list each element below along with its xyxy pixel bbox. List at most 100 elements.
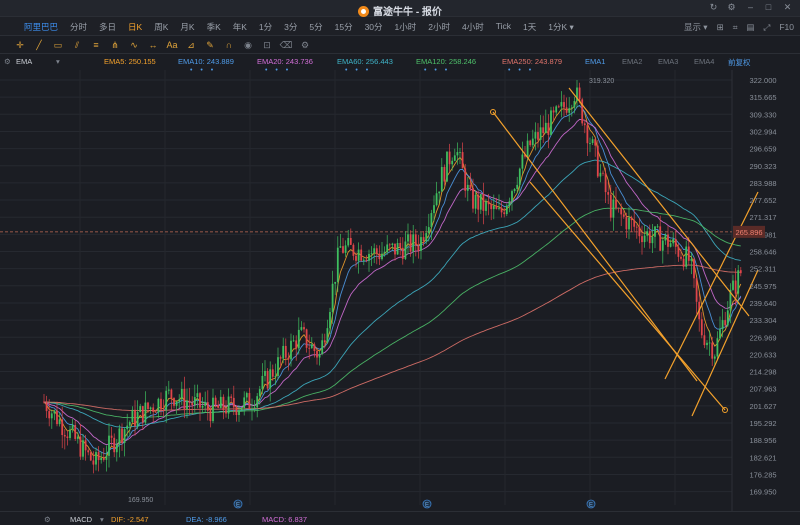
candlestick-chart[interactable]: 319.320 169.950 322.000 315.665 309.330 302.… [0, 70, 800, 511]
candle-body [95, 452, 97, 465]
candle-body [318, 353, 321, 358]
candle-body [251, 408, 253, 410]
period-tab-0[interactable]: 阿里巴巴 [24, 21, 58, 33]
candle-body [511, 191, 513, 202]
text-tool-icon[interactable]: Aa [164, 39, 180, 51]
axis-tick-label: 226.969 [749, 333, 776, 342]
period-tab-7[interactable]: 年K [233, 21, 247, 33]
brush-tool-icon[interactable]: ✎ [202, 39, 218, 51]
measure-tool-icon[interactable]: ⊿ [183, 39, 199, 51]
candle-body [586, 125, 589, 144]
rect-tool-icon[interactable]: ▭ [50, 39, 66, 51]
candle-body [492, 205, 495, 210]
candle-body [253, 407, 256, 409]
delete-icon[interactable]: ⌫ [278, 39, 294, 51]
indicator-name[interactable]: EMA [16, 57, 32, 66]
period-tab-15[interactable]: 4小时 [462, 21, 484, 33]
candle-body [370, 253, 373, 254]
candle-body [537, 132, 539, 140]
period-tab-9[interactable]: 3分 [284, 21, 297, 33]
candle-body [547, 122, 550, 135]
period-tab-16[interactable]: Tick [496, 21, 511, 33]
candle-body [310, 344, 313, 349]
candle-body [646, 231, 649, 236]
candle-body [378, 253, 381, 260]
period-tab-2[interactable]: 多日 [99, 21, 116, 33]
period-tab-4[interactable]: 周K [154, 21, 168, 33]
price-adjust-button[interactable]: 前复权 [728, 57, 751, 68]
fullscreen-icon[interactable]: ⤢ [764, 22, 771, 33]
f10-button[interactable]: F10 [779, 22, 794, 32]
eye-icon[interactable]: ◉ [240, 39, 256, 51]
candle-body [131, 409, 134, 423]
candle-body [498, 207, 500, 209]
arrow-tool-icon[interactable]: ↔ [145, 39, 161, 51]
period-tab-11[interactable]: 15分 [335, 21, 353, 33]
lock-icon[interactable]: ⊡ [259, 39, 275, 51]
period-tab-18[interactable]: 1分K ▾ [548, 21, 574, 33]
period-tab-17[interactable]: 1天 [523, 21, 536, 33]
candle-body [360, 249, 363, 261]
period-tab-10[interactable]: 5分 [309, 21, 322, 33]
macd-name[interactable]: MACD [70, 515, 92, 524]
macd-dropdown-icon[interactable]: ▾ [100, 515, 104, 524]
display-dropdown[interactable]: 显示 ▾ [684, 21, 708, 33]
candle-body [238, 410, 240, 416]
candle-body [654, 226, 656, 237]
line-tool-icon[interactable]: ╱ [31, 39, 47, 51]
layout-icon[interactable]: ▤ [747, 22, 755, 33]
candle-body [700, 319, 703, 336]
candle-body [160, 398, 162, 410]
period-tab-14[interactable]: 2小时 [428, 21, 450, 33]
wave-tool-icon[interactable]: ∿ [126, 39, 142, 51]
period-tab-3[interactable]: 日K [128, 21, 142, 33]
candle-body [173, 398, 175, 406]
minimize-icon[interactable]: – [745, 2, 756, 13]
candle-body [521, 154, 524, 169]
legend-settings-icon[interactable]: ⚙ [4, 57, 11, 66]
candle-body [485, 201, 487, 211]
candle-body [420, 237, 422, 251]
candle-body [557, 106, 560, 108]
candle-body [108, 435, 110, 456]
ema2-value: EMA2 [622, 57, 643, 66]
candle-body [503, 212, 506, 215]
axis-tick-label: 182.621 [749, 453, 776, 462]
candle-body [295, 340, 298, 349]
period-tab-13[interactable]: 1小时 [395, 21, 417, 33]
candle-body [466, 184, 469, 191]
candle-body [287, 357, 290, 360]
candle-body [248, 393, 251, 409]
indicator-dropdown-icon[interactable]: ▾ [56, 57, 60, 66]
maximize-icon[interactable]: □ [763, 2, 774, 13]
candle-body [404, 241, 407, 259]
pitchfork-tool-icon[interactable]: ⋔ [107, 39, 123, 51]
fib-tool-icon[interactable]: ≡ [88, 39, 104, 51]
candle-body [186, 400, 188, 410]
candle-body [695, 278, 698, 302]
period-tab-8[interactable]: 1分 [259, 21, 272, 33]
candle-body [708, 342, 711, 344]
tool-settings-icon[interactable]: ⚙ [297, 39, 313, 51]
refresh-icon[interactable]: ↻ [708, 2, 719, 13]
close-icon[interactable]: ✕ [782, 2, 793, 13]
indicator-icon[interactable]: ⊞ [717, 22, 724, 33]
candle-body [167, 389, 170, 391]
candle-body [193, 397, 196, 406]
channel-tool-icon[interactable]: ⫽ [69, 39, 85, 51]
magnet-icon[interactable]: ∩ [221, 39, 237, 51]
camera-icon[interactable]: ⌗ [733, 22, 738, 33]
axis-tick-label: 176.285 [749, 470, 776, 479]
candle-body [191, 402, 194, 406]
period-tab-5[interactable]: 月K [180, 21, 194, 33]
candle-body [271, 369, 274, 377]
period-tab-12[interactable]: 30分 [365, 21, 383, 33]
crosshair-icon[interactable]: ✛ [12, 39, 28, 51]
settings-icon[interactable]: ⚙ [726, 2, 737, 13]
period-tab-1[interactable]: 分时 [70, 21, 87, 33]
macd-settings-icon[interactable]: ⚙ [44, 515, 51, 524]
candle-body [417, 245, 420, 251]
rising-channel-lower [691, 269, 759, 417]
candle-body [726, 310, 729, 326]
period-tab-6[interactable]: 季K [207, 21, 221, 33]
